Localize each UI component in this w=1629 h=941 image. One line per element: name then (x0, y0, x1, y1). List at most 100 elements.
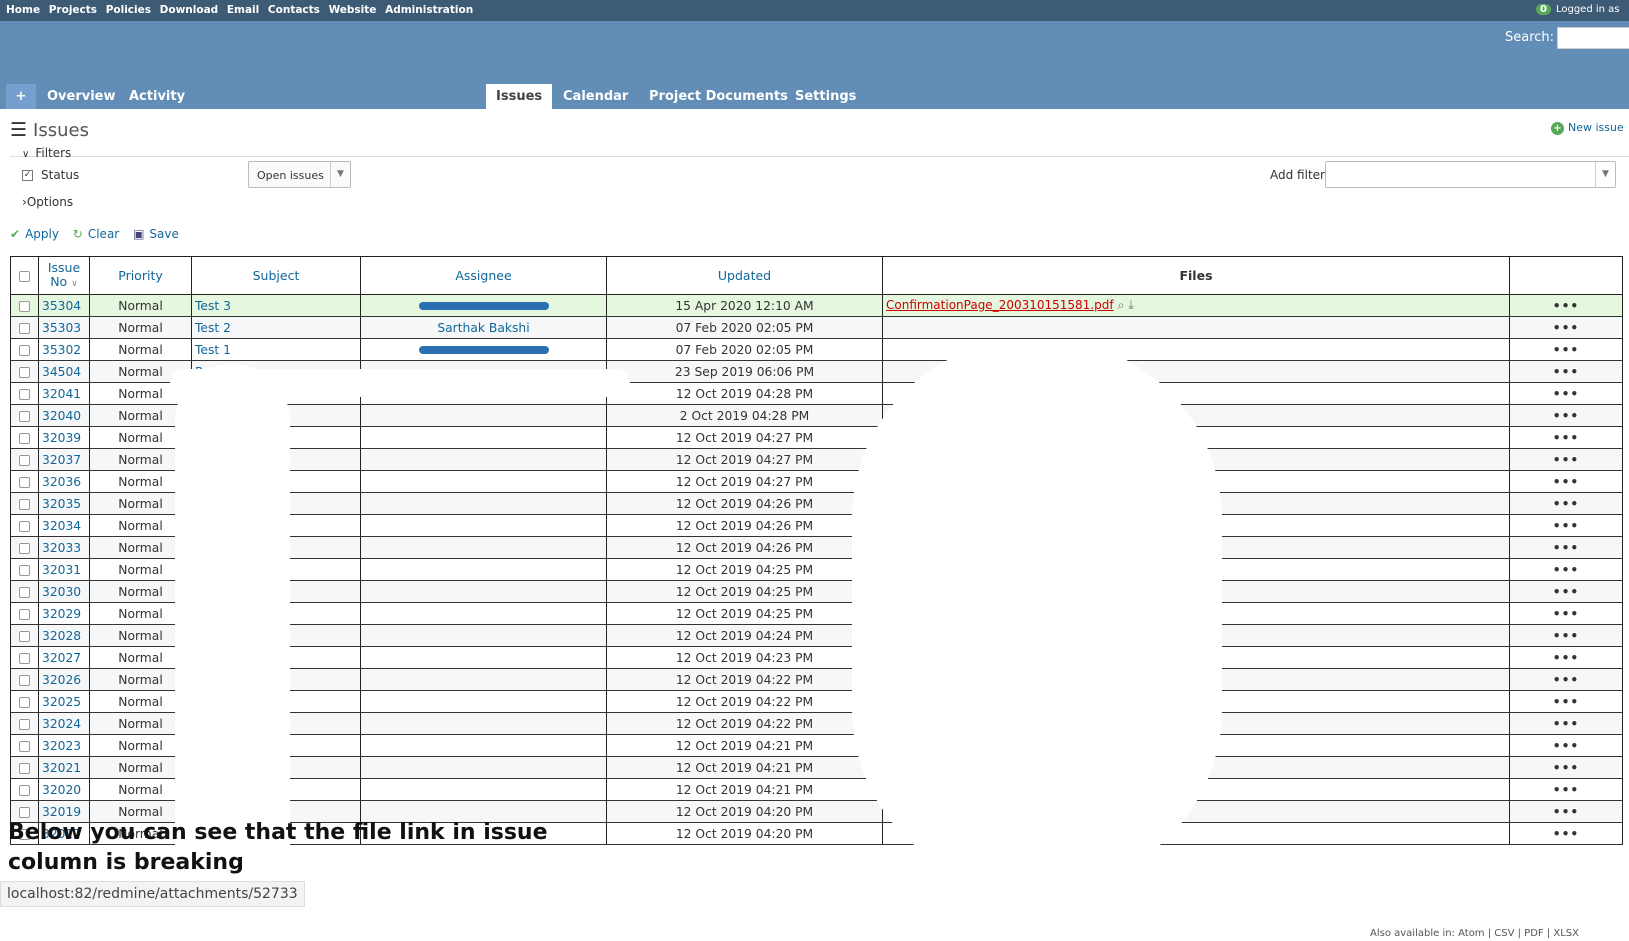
top-menu-email[interactable]: Email (227, 4, 259, 16)
table-row[interactable]: 35302 Normal Test 1 07 Feb 2020 02:05 PM ••• (10, 338, 1623, 361)
assignee-cell[interactable] (360, 492, 607, 515)
status-operator-select[interactable]: Open issues ▼ (248, 161, 351, 188)
ellipsis-icon[interactable]: ••• (1553, 387, 1580, 401)
assignee-cell[interactable] (360, 734, 607, 757)
assignee-cell[interactable]: Sarthak Bakshi (360, 316, 607, 339)
assignee-cell[interactable] (360, 470, 607, 493)
issue-id-link[interactable]: 32039 (42, 431, 81, 445)
assignee-cell[interactable] (360, 536, 607, 559)
row-checkbox[interactable] (19, 300, 30, 312)
row-checkbox[interactable] (19, 520, 30, 532)
column-header-assignee[interactable]: Assignee (360, 256, 607, 295)
ellipsis-icon[interactable]: ••• (1553, 563, 1580, 577)
top-menu-home[interactable]: Home (6, 4, 40, 16)
tab-activity[interactable]: Activity (119, 84, 195, 109)
ellipsis-icon[interactable]: ••• (1553, 717, 1580, 731)
ellipsis-icon[interactable]: ••• (1553, 343, 1580, 357)
issue-id-link[interactable]: 32023 (42, 739, 81, 753)
assignee-cell[interactable] (360, 646, 607, 669)
ellipsis-icon[interactable]: ••• (1553, 431, 1580, 445)
download-icon[interactable]: ⤓ (1124, 298, 1133, 312)
row-checkbox[interactable] (19, 454, 30, 466)
select-all-checkbox[interactable] (19, 270, 30, 282)
ellipsis-icon[interactable]: ••• (1553, 453, 1580, 467)
ellipsis-icon[interactable]: ••• (1553, 673, 1580, 687)
assignee-cell[interactable] (360, 558, 607, 581)
issue-id-link[interactable]: 32019 (42, 805, 81, 819)
status-filter-checkbox[interactable]: ✓ (22, 170, 33, 181)
issue-id-link[interactable]: 32034 (42, 519, 81, 533)
top-menu-contacts[interactable]: Contacts (268, 4, 320, 16)
row-checkbox[interactable] (19, 366, 30, 378)
assignee-cell[interactable] (360, 602, 607, 625)
column-header-subject[interactable]: Subject (191, 256, 361, 295)
new-issue-link[interactable]: + New issue (1551, 121, 1624, 135)
issue-id-link[interactable]: 32031 (42, 563, 81, 577)
assignee-cell[interactable] (360, 712, 607, 735)
top-menu-download[interactable]: Download (160, 4, 219, 16)
clear-button[interactable]: ↻ Clear (73, 227, 119, 241)
ellipsis-icon[interactable]: ••• (1553, 651, 1580, 665)
row-checkbox[interactable] (19, 652, 30, 664)
row-checkbox[interactable] (19, 432, 30, 444)
apply-button[interactable]: ✔ Apply (10, 227, 59, 241)
column-header-priority[interactable]: Priority (89, 256, 192, 295)
issue-id-link[interactable]: 32024 (42, 717, 81, 731)
issue-id-link[interactable]: 32028 (42, 629, 81, 643)
row-checkbox[interactable] (19, 674, 30, 686)
row-checkbox[interactable] (19, 586, 30, 598)
assignee-cell[interactable] (360, 624, 607, 647)
ellipsis-icon[interactable]: ••• (1553, 607, 1580, 621)
issue-id-link[interactable]: 32036 (42, 475, 81, 489)
assignee-cell[interactable] (360, 426, 607, 449)
issue-id-link[interactable]: 32035 (42, 497, 81, 511)
top-menu-policies[interactable]: Policies (106, 4, 151, 16)
column-header-updated[interactable]: Updated (606, 256, 883, 295)
row-checkbox[interactable] (19, 806, 30, 818)
top-menu-administration[interactable]: Administration (385, 4, 473, 16)
ellipsis-icon[interactable]: ••• (1553, 783, 1580, 797)
issue-id-link[interactable]: 32020 (42, 783, 81, 797)
issue-id-link[interactable]: 32021 (42, 761, 81, 775)
row-checkbox[interactable] (19, 542, 30, 554)
ellipsis-icon[interactable]: ••• (1553, 519, 1580, 533)
tab-overview[interactable]: Overview (37, 84, 126, 109)
add-filter-select[interactable]: ▼ (1325, 161, 1616, 188)
ellipsis-icon[interactable]: ••• (1553, 541, 1580, 555)
options-toggle[interactable]: ›Options (22, 195, 73, 209)
row-checkbox[interactable] (19, 718, 30, 730)
tab-project-documents[interactable]: Project Documents (639, 84, 798, 109)
row-checkbox[interactable] (19, 476, 30, 488)
row-checkbox[interactable] (19, 344, 30, 356)
issue-id-link[interactable]: 35304 (42, 299, 81, 313)
issue-id-link[interactable]: 35303 (42, 321, 81, 335)
issue-id-link[interactable]: 35302 (42, 343, 81, 357)
issue-id-link[interactable]: 32037 (42, 453, 81, 467)
subject-cell[interactable]: Test 2 (191, 316, 361, 339)
attachment-link[interactable]: ConfirmationPage_200310151581.pdf (886, 298, 1114, 312)
assignee-cell[interactable] (360, 294, 607, 317)
subject-cell[interactable]: Test 3 (191, 294, 361, 317)
table-row[interactable]: 35304 Normal Test 3 15 Apr 2020 12:10 AM Con… (10, 294, 1623, 317)
row-checkbox[interactable] (19, 608, 30, 620)
ellipsis-icon[interactable]: ••• (1553, 299, 1580, 313)
issue-id-link[interactable]: 32041 (42, 387, 81, 401)
issue-id-link[interactable]: 32040 (42, 409, 81, 423)
magnifier-icon[interactable]: ⌕ (1114, 298, 1124, 312)
assignee-cell[interactable] (360, 668, 607, 691)
subject-cell[interactable]: Test 1 (191, 338, 361, 361)
assignee-cell[interactable] (360, 514, 607, 537)
top-menu-website[interactable]: Website (329, 4, 377, 16)
tab-issues[interactable]: Issues (486, 84, 553, 109)
issue-id-link[interactable]: 34504 (42, 365, 81, 379)
assignee-cell[interactable] (360, 580, 607, 603)
issue-id-link[interactable]: 32027 (42, 651, 81, 665)
ellipsis-icon[interactable]: ••• (1553, 761, 1580, 775)
tab-settings[interactable]: Settings (785, 84, 866, 109)
ellipsis-icon[interactable]: ••• (1553, 695, 1580, 709)
ellipsis-icon[interactable]: ••• (1553, 629, 1580, 643)
row-checkbox[interactable] (19, 498, 30, 510)
assignee-cell[interactable] (360, 690, 607, 713)
ellipsis-icon[interactable]: ••• (1553, 409, 1580, 423)
assignee-cell[interactable] (360, 756, 607, 779)
